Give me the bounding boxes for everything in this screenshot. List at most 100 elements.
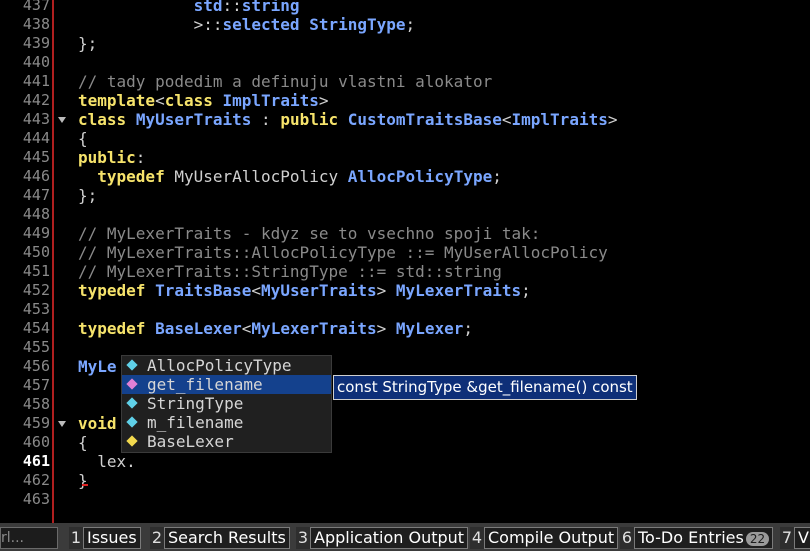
pane-number: 2 xyxy=(150,527,164,549)
line-number: 441 xyxy=(22,72,50,90)
line-number: 447 xyxy=(22,186,50,204)
completion-item[interactable]: get_filename xyxy=(122,375,331,394)
code-token: >:: xyxy=(193,15,223,34)
code-line[interactable]: typedef MyUserAllocPolicy AllocPolicyTyp… xyxy=(78,167,502,186)
line-number: 448 xyxy=(22,205,50,223)
line-number: 463 xyxy=(22,490,50,508)
code-line[interactable]: // MyLexerTraits - kdyz se to vsechno sp… xyxy=(78,224,540,243)
pane-label-text: To-Do Entries xyxy=(638,528,744,547)
line-number-gutter: 437 438 439 440 441 442 443 444 445 446 447 448 449 4… xyxy=(0,0,52,523)
code-line[interactable]: >::selected StringType; xyxy=(78,15,416,34)
code-token: class xyxy=(164,91,213,110)
pane-label: Issues xyxy=(83,527,141,549)
line-number: 459 xyxy=(22,414,50,432)
pane-button-application-output[interactable]: 3 Application Output xyxy=(296,527,469,549)
code-line[interactable]: template<class ImplTraits> xyxy=(78,91,328,110)
code-line[interactable]: typedef BaseLexer<MyLexerTraits> MyLexer… xyxy=(78,319,473,338)
completion-item-label: StringType xyxy=(147,394,244,413)
code-token: typedef xyxy=(78,319,146,338)
completion-item-label: BaseLexer xyxy=(147,432,234,451)
pane-number: 6 xyxy=(620,527,634,549)
line-number: 446 xyxy=(22,167,50,185)
line-number: 449 xyxy=(22,224,50,242)
code-token: MyLexerTraits xyxy=(251,319,377,338)
member-icon xyxy=(126,416,138,428)
line-number: 461 xyxy=(22,452,50,470)
code-line[interactable]: class MyUserTraits : public CustomTraits… xyxy=(78,110,617,129)
completion-popup[interactable]: AllocPolicyType get_filename StringType m_f… xyxy=(121,355,332,453)
code-line[interactable]: public: xyxy=(78,148,145,167)
line-number: 445 xyxy=(22,148,50,166)
code-line[interactable]: // tady podedim a definuju vlastni aloka… xyxy=(78,72,492,91)
line-number: 450 xyxy=(22,243,50,261)
pane-label: Search Results xyxy=(164,527,290,549)
code-token: < xyxy=(501,110,512,129)
pane-button-version-control[interactable]: 7V xyxy=(780,527,810,549)
completion-item[interactable]: BaseLexer xyxy=(122,432,331,451)
code-token: < xyxy=(155,91,165,110)
fold-arrow-icon[interactable] xyxy=(58,117,66,123)
class-icon xyxy=(126,435,138,447)
line-number: 438 xyxy=(22,15,50,33)
code-token: lex. xyxy=(78,452,136,471)
completion-item[interactable]: m_filename xyxy=(122,413,331,432)
code-line[interactable]: // MyLexerTraits::StringType ::= std::st… xyxy=(78,262,502,281)
code-token: :: xyxy=(222,0,242,15)
pane-button-todo-entries[interactable]: 6 To-Do Entries 22 xyxy=(620,527,774,549)
code-token: }; xyxy=(78,186,98,205)
code-token: class xyxy=(78,110,127,129)
code-token: BaseLexer xyxy=(155,319,242,338)
code-token: } xyxy=(78,471,88,490)
line-number: 458 xyxy=(22,395,50,413)
code-token: }; xyxy=(78,34,98,53)
todo-count-badge: 22 xyxy=(745,531,770,546)
code-token: MyLe xyxy=(78,357,117,376)
code-line[interactable]: lex. xyxy=(78,452,136,471)
code-token: // MyLexerTraits::AllocPolicyType ::= My… xyxy=(78,243,608,262)
code-token: template xyxy=(78,91,156,110)
fold-arrow-icon[interactable] xyxy=(58,421,66,427)
line-number: 437 xyxy=(22,0,50,14)
code-token: > xyxy=(376,319,396,338)
code-line[interactable]: std::string xyxy=(78,0,300,15)
code-line[interactable]: }; xyxy=(78,186,97,205)
line-number: 457 xyxy=(22,376,50,394)
code-line[interactable]: typedef TraitsBase<MyUserTraits> MyLexer… xyxy=(78,281,531,300)
pane-button-compile-output[interactable]: 4 Compile Output xyxy=(470,527,619,549)
pane-number: 7 xyxy=(780,527,794,549)
line-number: 443 xyxy=(22,110,50,128)
pane-button-issues[interactable]: 1 Issues xyxy=(69,527,141,549)
code-token: // tady podedim a definuju vlastni aloka… xyxy=(78,72,493,91)
completion-item-label: m_filename xyxy=(147,413,244,432)
code-token: { xyxy=(78,129,88,148)
code-token: : xyxy=(135,148,146,167)
code-token: < xyxy=(241,319,252,338)
locator-input[interactable]: rl... xyxy=(0,527,58,549)
code-line[interactable]: MyLe xyxy=(78,357,117,376)
completion-item[interactable]: StringType xyxy=(122,394,331,413)
code-line[interactable]: }; xyxy=(78,34,97,53)
code-token: string xyxy=(241,0,300,15)
method-icon xyxy=(126,378,138,390)
line-number: 462 xyxy=(22,471,50,489)
code-line[interactable]: void xyxy=(78,414,117,433)
completion-item-label: AllocPolicyType xyxy=(147,356,292,375)
code-token: public xyxy=(78,148,136,167)
code-token: std xyxy=(193,0,223,15)
code-line[interactable]: // MyLexerTraits::AllocPolicyType ::= My… xyxy=(78,243,608,262)
code-token: void xyxy=(78,414,117,433)
line-number: 456 xyxy=(22,357,50,375)
code-line[interactable]: } xyxy=(78,471,88,490)
code-token: // MyLexerTraits - kdyz se to vsechno sp… xyxy=(78,224,541,243)
code-line[interactable]: { xyxy=(78,433,88,452)
code-token: MyUserTraits xyxy=(261,281,377,300)
code-token: MyLexer xyxy=(395,319,464,338)
pane-button-search-results[interactable]: 2 Search Results xyxy=(150,527,290,549)
code-line[interactable]: { xyxy=(78,129,88,148)
type-icon xyxy=(126,359,138,371)
completion-item[interactable]: AllocPolicyType xyxy=(122,356,331,375)
